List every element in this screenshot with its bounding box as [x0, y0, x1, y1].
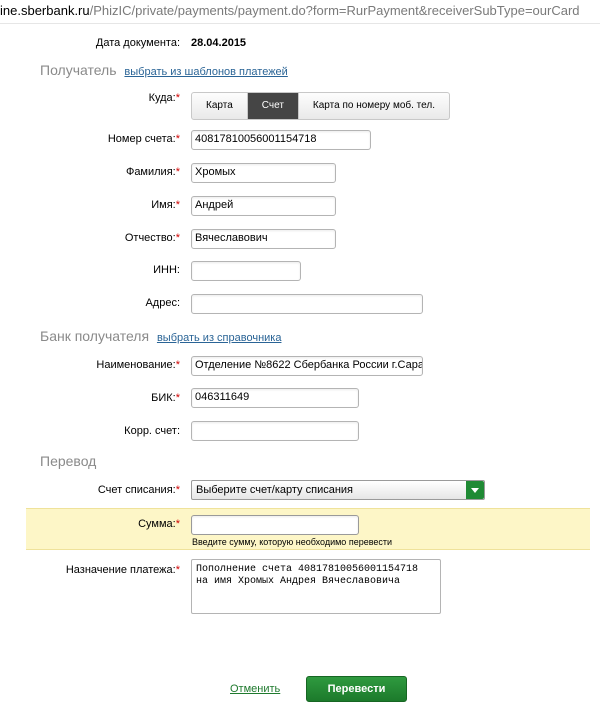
address-input[interactable] — [191, 294, 423, 314]
bank-title: Банк получателя — [40, 328, 150, 344]
doc-date-label: Дата документа: — [95, 37, 180, 49]
doc-date-value: 28.04.2015 — [191, 37, 247, 49]
submit-button[interactable]: Перевести — [306, 676, 407, 702]
bik-input[interactable]: 046311649 — [191, 388, 359, 408]
bank-name-input[interactable]: Отделение №8622 Сбербанка России г.Сара — [191, 356, 423, 376]
bik-label: БИК:* — [151, 392, 180, 404]
address-bar[interactable]: ine.sberbank.ru/PhizIC/private/payments/… — [0, 0, 600, 24]
account-label: Номер счета:* — [107, 133, 180, 145]
where-option-phone[interactable]: Карта по номеру моб. тел. — [299, 93, 449, 119]
where-option-card[interactable]: Карта — [192, 93, 248, 119]
bank-name-label: Наименование:* — [96, 359, 180, 371]
address-host: ine.sberbank.ru — [0, 3, 90, 18]
where-option-account[interactable]: Счет — [247, 93, 299, 119]
cancel-link[interactable]: Отменить — [230, 683, 280, 695]
recipient-section-title: Получатель выбрать из шаблонов платежей — [40, 62, 288, 78]
patronymic-label: Отчество:* — [124, 232, 180, 244]
amount-input[interactable] — [191, 515, 359, 535]
debit-label: Счет списания:* — [97, 484, 180, 496]
account-input[interactable]: 40817810056001154718 — [191, 130, 371, 150]
corr-input[interactable] — [191, 421, 359, 441]
address-path: /PhizIC/private/payments/payment.do?form… — [89, 3, 580, 18]
amount-hint: Введите сумму, которую необходимо переве… — [192, 537, 393, 547]
last-name-input[interactable]: Хромых — [191, 163, 336, 183]
patronymic-input[interactable]: Вячеславович — [191, 229, 336, 249]
inn-input[interactable] — [191, 261, 301, 281]
address-label: Адрес: — [145, 297, 180, 309]
bank-section-title: Банк получателя выбрать из справочника — [40, 328, 281, 344]
last-name-label: Фамилия:* — [125, 166, 180, 178]
amount-label: Сумма:* — [138, 518, 180, 530]
purpose-label: Назначение платежа:* — [65, 564, 180, 576]
recipient-title: Получатель — [40, 62, 117, 78]
first-name-input[interactable]: Андрей — [191, 196, 336, 216]
transfer-section-title: Перевод — [40, 453, 97, 469]
where-label: Куда:* — [148, 92, 180, 104]
purpose-textarea[interactable]: Пополнение счета 40817810056001154718 на… — [191, 559, 441, 614]
templates-link[interactable]: выбрать из шаблонов платежей — [124, 66, 287, 78]
debit-select[interactable]: Выберите счет/карту списания — [191, 480, 485, 500]
directory-link[interactable]: выбрать из справочника — [157, 332, 282, 344]
where-selector: Карта Счет Карта по номеру моб. тел. — [191, 92, 450, 120]
debit-select-value: Выберите счет/карту списания — [196, 484, 354, 496]
corr-label: Корр. счет: — [124, 425, 180, 437]
chevron-down-icon[interactable] — [466, 481, 484, 499]
inn-label: ИНН: — [153, 264, 180, 276]
first-name-label: Имя:* — [151, 199, 180, 211]
